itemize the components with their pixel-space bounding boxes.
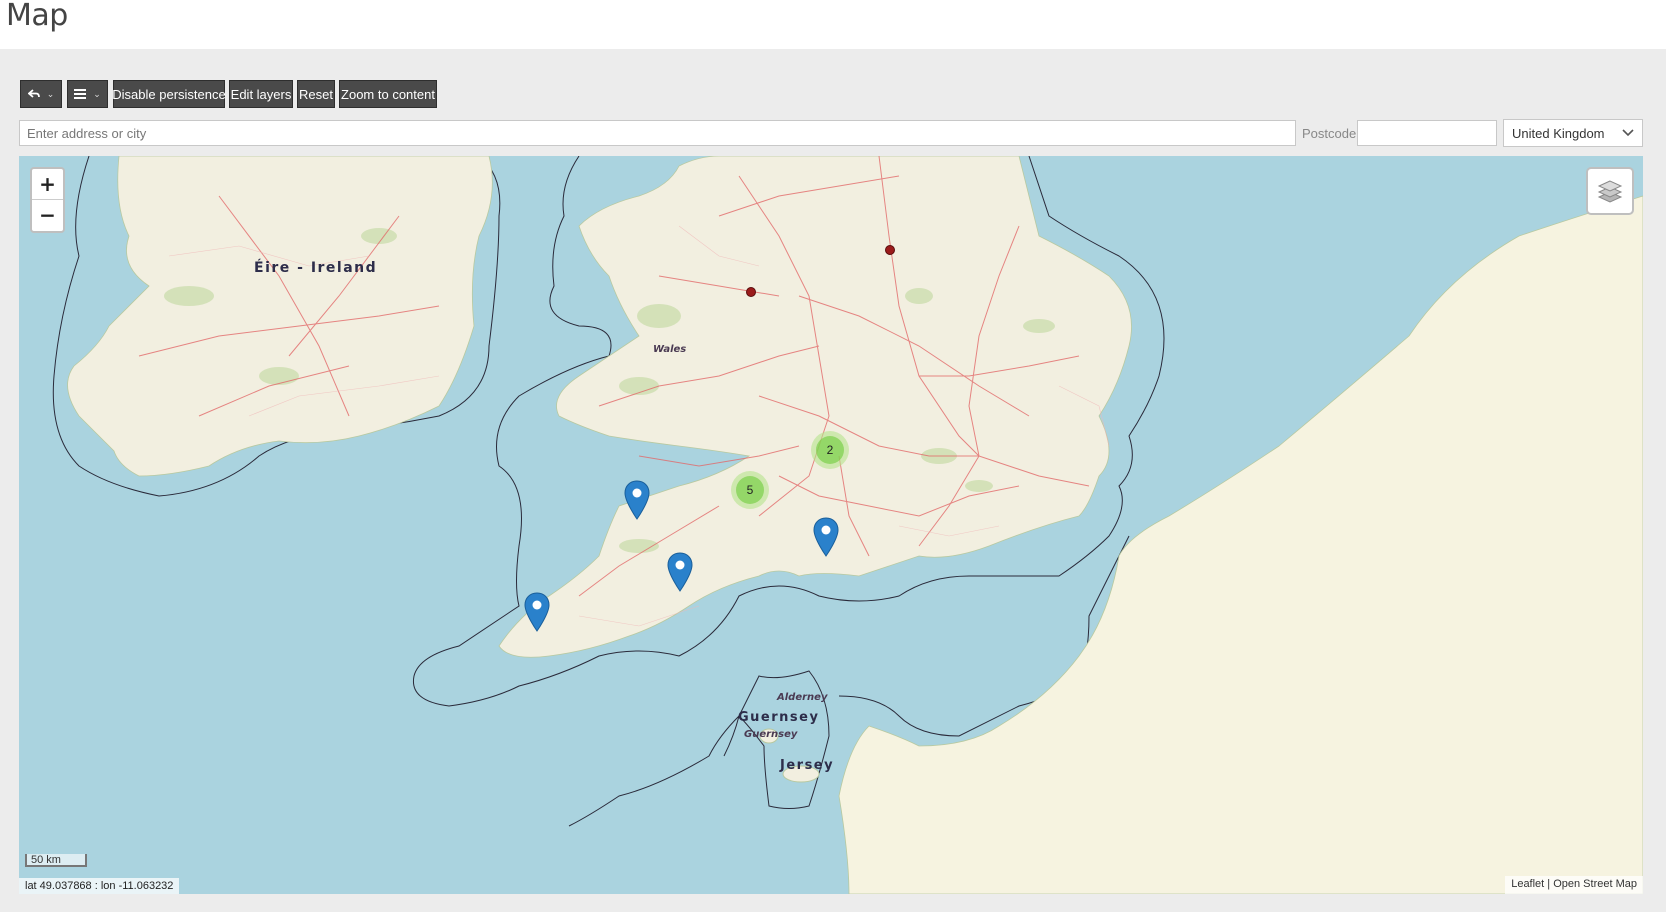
zoom-control: + − [30,167,65,233]
page-header: Map [0,0,1666,49]
map-canvas[interactable]: Éire - Ireland Wales Alderney Guernsey G… [19,156,1643,894]
address-search-input[interactable] [19,120,1296,146]
map-label-wales: Wales [653,344,687,355]
undo-dropdown-button[interactable]: ⌄ [20,80,62,108]
map-point-marker[interactable] [746,287,756,297]
country-select-value: United Kingdom [1512,125,1605,141]
cluster-count: 2 [816,436,844,464]
chevron-down-icon [1622,129,1634,137]
map-pin-marker[interactable] [813,517,839,557]
cursor-coordinates: lat 49.037868 : lon -11.063232 [19,878,180,894]
osm-link[interactable]: Open Street Map [1553,878,1637,890]
postcode-label: Postcode [1302,126,1357,141]
menu-dropdown-button[interactable]: ⌄ [67,80,108,108]
great-britain-land [498,156,1132,658]
attribution-separator: | [1547,878,1551,890]
leaflet-link[interactable]: Leaflet [1511,878,1544,890]
guernsey-boundary [568,715,740,827]
country-select[interactable]: United Kingdom [1503,119,1643,147]
map-point-marker[interactable] [885,245,895,255]
map-label-guernsey-region: Guernsey [738,710,820,725]
cluster-count: 5 [736,476,764,504]
postcode-input[interactable] [1357,120,1497,146]
map-label-guernsey-island: Guernsey [744,729,798,740]
ireland-land [67,156,493,477]
hamburger-menu-icon [74,89,87,99]
undo-arrow-icon [27,89,40,98]
layers-icon [1597,180,1623,203]
zoom-to-content-button[interactable]: Zoom to content [339,80,437,108]
map-label-ireland: Éire - Ireland [254,260,378,276]
map-pin-marker[interactable] [667,552,693,592]
layers-control-button[interactable] [1586,167,1634,215]
chevron-down-icon: ⌄ [93,88,101,99]
page-title: Map [6,0,68,33]
reset-button[interactable]: Reset [297,80,335,108]
chevron-down-icon: ⌄ [46,88,55,99]
edit-layers-button[interactable]: Edit layers [229,80,293,108]
map-attribution: Leaflet | Open Street Map [1505,876,1643,894]
disable-persistence-button[interactable]: Disable persistence [112,80,226,108]
marker-cluster[interactable]: 2 [811,431,849,469]
map-label-jersey: Jersey [780,758,835,773]
marker-cluster[interactable]: 5 [731,471,769,509]
scale-bar: 50 km [25,854,87,867]
map-pin-marker[interactable] [624,480,650,520]
map-pin-marker[interactable] [524,592,550,632]
zoom-out-button[interactable]: − [32,200,63,230]
zoom-in-button[interactable]: + [32,169,63,200]
map-label-alderney: Alderney [777,692,828,703]
